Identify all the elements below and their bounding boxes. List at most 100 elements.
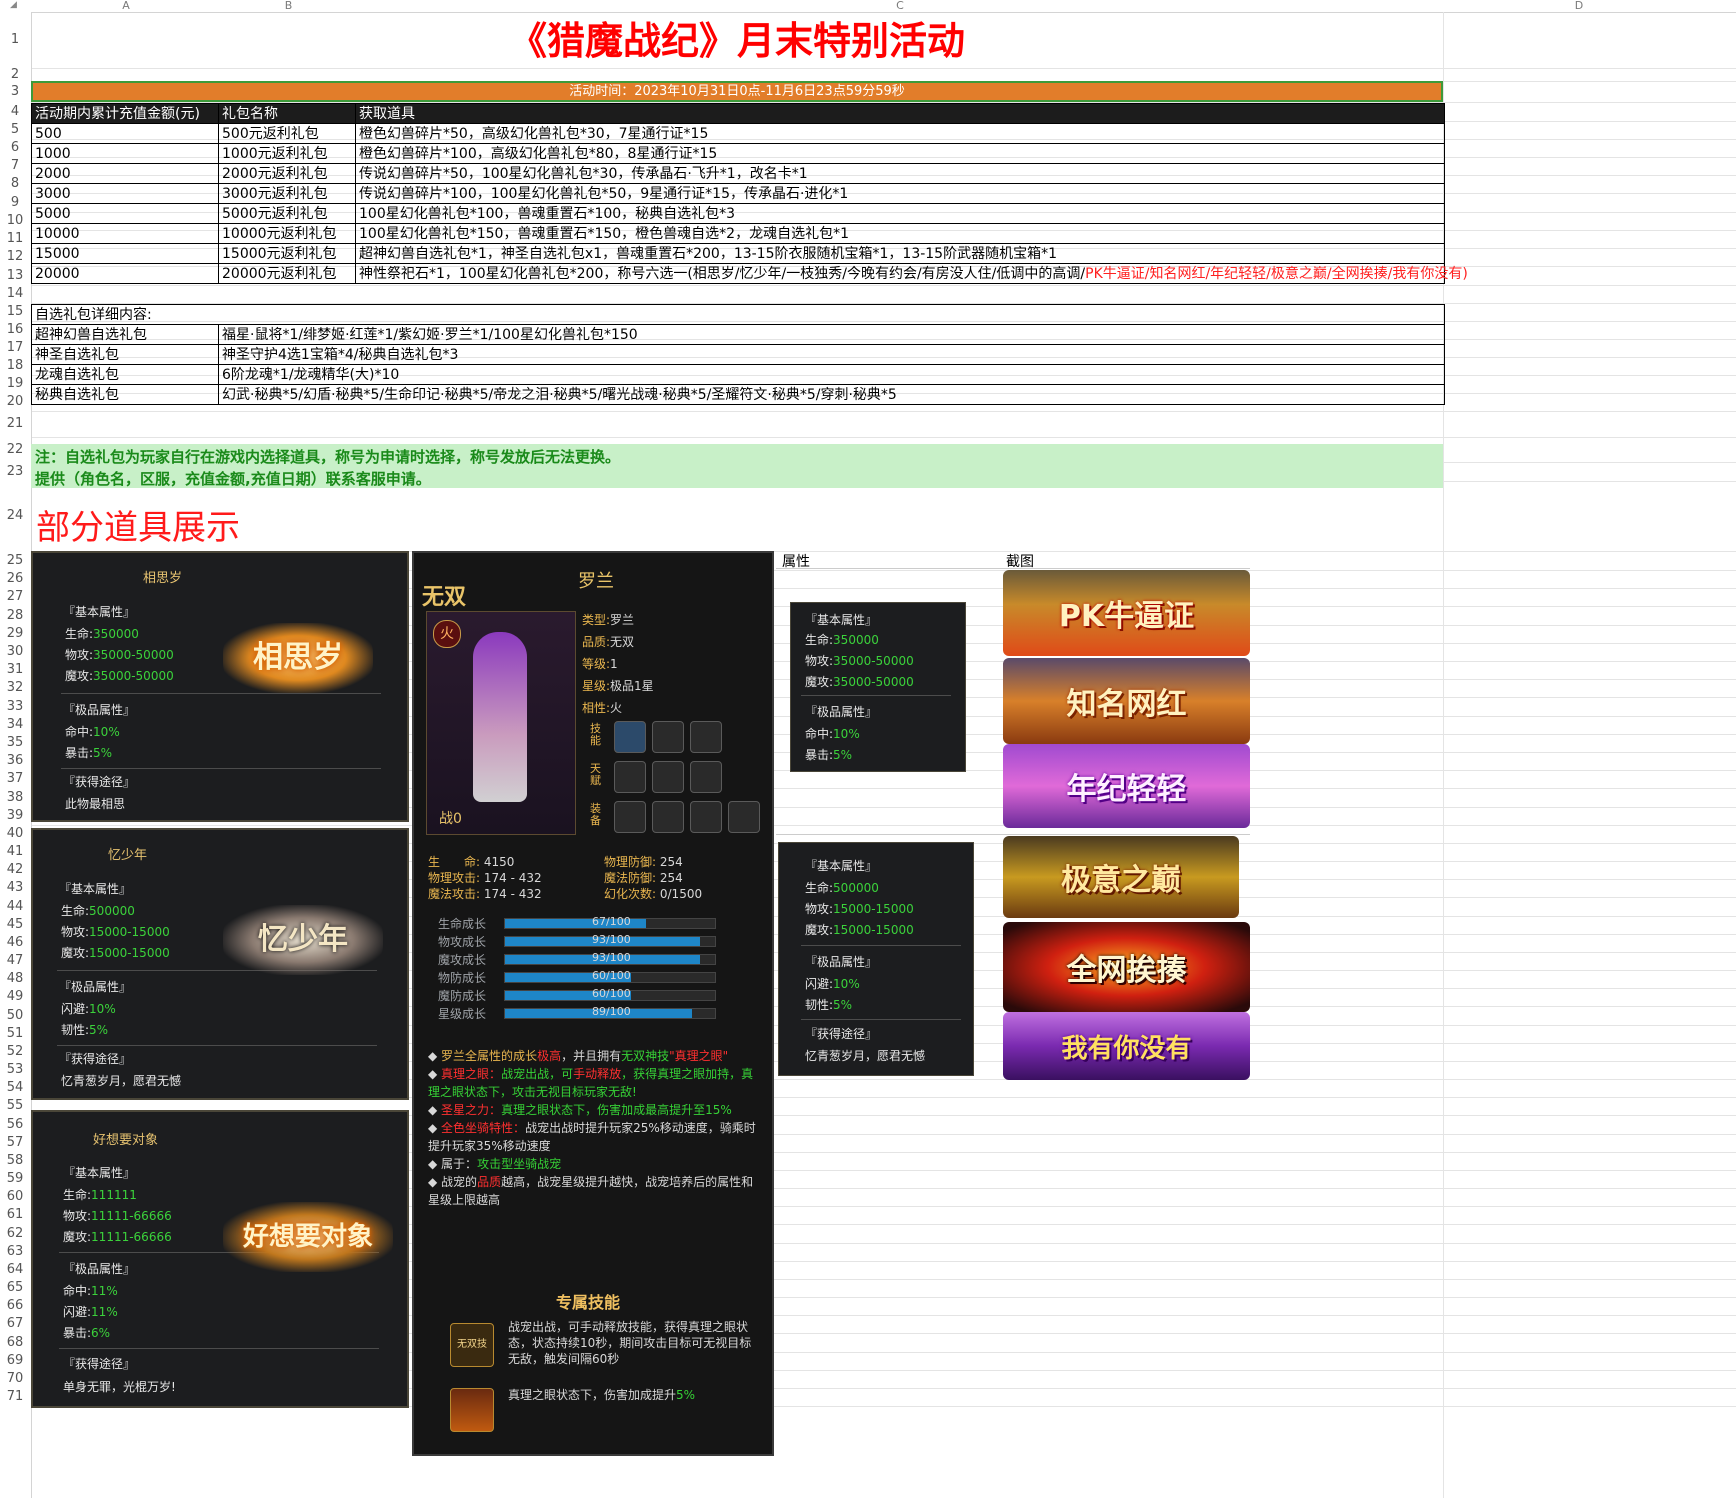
- row-number[interactable]: 16: [0, 321, 30, 339]
- pack-cell[interactable]: 15000元返利礼包: [218, 243, 356, 264]
- row-number[interactable]: 10: [0, 212, 30, 230]
- row-number[interactable]: 29: [0, 625, 30, 643]
- row-number[interactable]: 61: [0, 1206, 30, 1224]
- row-number[interactable]: 36: [0, 752, 30, 770]
- row-number[interactable]: 71: [0, 1388, 30, 1406]
- row-number[interactable]: 23: [0, 462, 30, 481]
- row-number[interactable]: 14: [0, 285, 30, 303]
- row-number[interactable]: 52: [0, 1043, 30, 1061]
- row-number[interactable]: 46: [0, 934, 30, 952]
- row-number[interactable]: 11: [0, 230, 30, 248]
- amount-cell[interactable]: 3000: [31, 183, 219, 204]
- activity-time-bar[interactable]: 活动时间：2023年10月31日0点-11月6日23点59分59秒: [31, 81, 1443, 102]
- row-number[interactable]: 50: [0, 1006, 30, 1025]
- pack-cell[interactable]: 5000元返利礼包: [218, 203, 356, 224]
- showcase-heading[interactable]: 部分道具展示: [36, 508, 240, 548]
- equip-slot[interactable]: [652, 801, 684, 833]
- skill1-icon[interactable]: 无双技: [450, 1323, 494, 1367]
- row-number[interactable]: 58: [0, 1152, 30, 1170]
- row-number[interactable]: 60: [0, 1188, 30, 1206]
- row-number[interactable]: 53: [0, 1061, 30, 1079]
- pack-cell[interactable]: 20000元返利礼包: [218, 263, 356, 284]
- row-number[interactable]: 54: [0, 1079, 30, 1097]
- header-pack[interactable]: 礼包名称: [218, 103, 356, 124]
- optional-name-cell[interactable]: 秘典自选礼包: [31, 384, 219, 405]
- row-number[interactable]: 5: [0, 121, 30, 139]
- row-number[interactable]: 2: [0, 68, 30, 81]
- row-number[interactable]: 30: [0, 643, 30, 661]
- amount-cell[interactable]: 1000: [31, 143, 219, 164]
- optional-name-cell[interactable]: 超神幻兽自选礼包: [31, 324, 219, 345]
- pack-cell[interactable]: 3000元返利礼包: [218, 183, 356, 204]
- row-number[interactable]: 4: [0, 102, 30, 121]
- row-number[interactable]: 32: [0, 679, 30, 697]
- row-number[interactable]: 24: [0, 481, 30, 551]
- items-cell[interactable]: 100星幻化兽礼包*100，兽魂重置石*100，秘典自选礼包*3: [355, 203, 1445, 224]
- amount-cell[interactable]: 500: [31, 123, 219, 144]
- skill-slot[interactable]: [690, 721, 722, 753]
- row-number[interactable]: 67: [0, 1315, 30, 1333]
- row-number[interactable]: 45: [0, 916, 30, 934]
- column-header-a[interactable]: A: [31, 0, 221, 12]
- row-number[interactable]: 3: [0, 81, 30, 102]
- row-number[interactable]: 41: [0, 843, 30, 861]
- row-number[interactable]: 28: [0, 606, 30, 625]
- items-cell[interactable]: 100星幻化兽礼包*150，兽魂重置石*150，橙色兽魂自选*2，龙魂自选礼包*…: [355, 223, 1445, 244]
- items-cell[interactable]: 超神幻兽自选礼包*1，神圣自选礼包x1，兽魂重置石*200，13-15阶衣服随机…: [355, 243, 1445, 264]
- items-cell[interactable]: 传说幻兽碎片*100，100星幻化兽礼包*50，9星通行证*15，传承晶石·进化…: [355, 183, 1445, 204]
- row-number[interactable]: 65: [0, 1279, 30, 1297]
- optional-content-cell[interactable]: 神圣守护4选1宝箱*4/秘典自选礼包*3: [218, 344, 1445, 365]
- optional-content-cell[interactable]: 幻武·秘典*5/幻盾·秘典*5/生命印记·秘典*5/帝龙之泪·秘典*5/曙光战魂…: [218, 384, 1445, 405]
- row-number[interactable]: 35: [0, 734, 30, 752]
- row-number[interactable]: 25: [0, 551, 30, 570]
- row-number[interactable]: 19: [0, 375, 30, 393]
- row-number[interactable]: 34: [0, 716, 30, 734]
- talent-slot[interactable]: [614, 761, 646, 793]
- skill-slot[interactable]: [614, 721, 646, 753]
- row-number[interactable]: 38: [0, 788, 30, 807]
- header-amount[interactable]: 活动期内累计充值金额(元): [31, 103, 219, 124]
- row-number[interactable]: 51: [0, 1025, 30, 1043]
- row-number[interactable]: 57: [0, 1134, 30, 1152]
- pack-cell[interactable]: 1000元返利礼包: [218, 143, 356, 164]
- row-number[interactable]: 13: [0, 266, 30, 285]
- row-number[interactable]: 40: [0, 825, 30, 843]
- amount-cell[interactable]: 15000: [31, 243, 219, 264]
- row-number[interactable]: 9: [0, 193, 30, 212]
- talent-slot[interactable]: [690, 761, 722, 793]
- items-cell[interactable]: 神性祭祀石*1，100星幻化兽礼包*200，称号六选一(相思岁/忆少年/一枝独秀…: [355, 263, 1468, 284]
- equip-slot[interactable]: [614, 801, 646, 833]
- row-number[interactable]: 27: [0, 588, 30, 606]
- column-header-b[interactable]: B: [221, 0, 356, 12]
- row-number[interactable]: 6: [0, 139, 30, 157]
- row-number[interactable]: 18: [0, 357, 30, 375]
- pack-cell[interactable]: 2000元返利礼包: [218, 163, 356, 184]
- row-number[interactable]: 47: [0, 952, 30, 970]
- talent-slot[interactable]: [652, 761, 684, 793]
- row-number[interactable]: 15: [0, 303, 30, 321]
- row-number[interactable]: 39: [0, 807, 30, 825]
- row-number[interactable]: 17: [0, 339, 30, 357]
- header-items[interactable]: 获取道具: [355, 103, 1445, 124]
- row-number[interactable]: 33: [0, 697, 30, 716]
- row-number[interactable]: 12: [0, 248, 30, 266]
- row-number[interactable]: 55: [0, 1097, 30, 1115]
- select-all-corner[interactable]: ◢: [0, 0, 31, 12]
- row-number[interactable]: 26: [0, 570, 30, 588]
- row-number[interactable]: 49: [0, 988, 30, 1006]
- amount-cell[interactable]: 20000: [31, 263, 219, 284]
- row-number[interactable]: 64: [0, 1261, 30, 1279]
- items-cell[interactable]: 橙色幻兽碎片*50，高级幻化兽礼包*30，7星通行证*15: [355, 123, 1445, 144]
- row-number[interactable]: 42: [0, 861, 30, 879]
- column-header-d[interactable]: D: [1444, 0, 1714, 12]
- row-number[interactable]: 21: [0, 411, 30, 437]
- row-number[interactable]: 1: [0, 12, 30, 68]
- skill2-icon[interactable]: [450, 1388, 494, 1432]
- pack-cell[interactable]: 500元返利礼包: [218, 123, 356, 144]
- row-number[interactable]: 8: [0, 175, 30, 193]
- items-cell[interactable]: 传说幻兽碎片*50，100星幻化兽礼包*30，传承晶石·飞升*1，改名卡*1: [355, 163, 1445, 184]
- pack-cell[interactable]: 10000元返利礼包: [218, 223, 356, 244]
- row-number[interactable]: 22: [0, 437, 30, 462]
- row-number[interactable]: 44: [0, 897, 30, 916]
- equip-slot[interactable]: [690, 801, 722, 833]
